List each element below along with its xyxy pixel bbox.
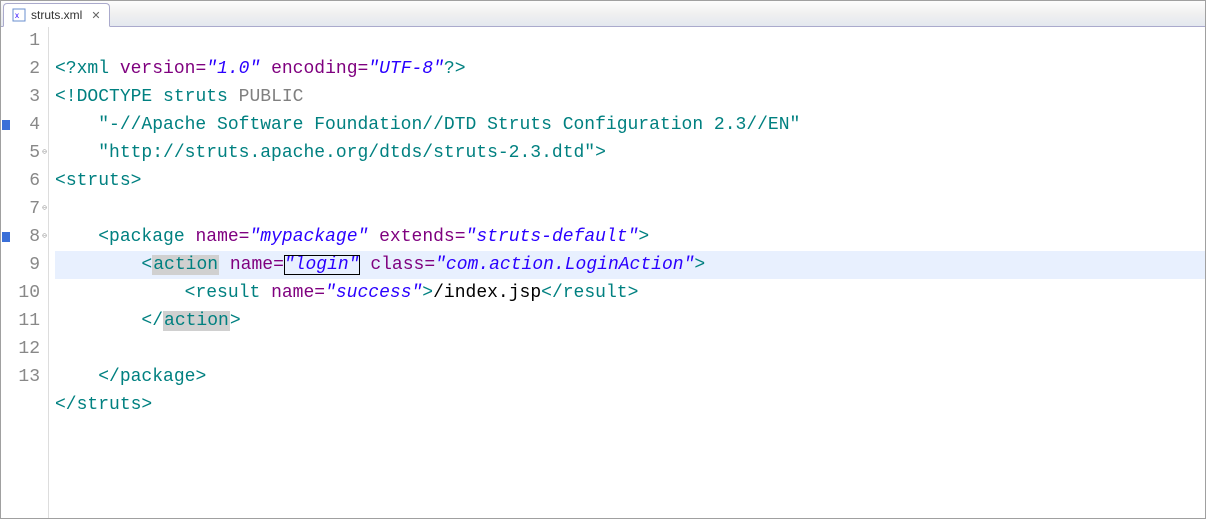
svg-text:x: x (15, 11, 19, 20)
code-line[interactable]: </struts> (55, 391, 1205, 419)
text-caret[interactable]: "login" (284, 255, 360, 275)
xml-file-icon: x (12, 8, 26, 22)
code-line[interactable]: <package name="mypackage" extends="strut… (55, 223, 1205, 251)
code-line[interactable]: "-//Apache Software Foundation//DTD Stru… (55, 111, 1205, 139)
code-line[interactable]: <?xml version="1.0" encoding="UTF-8"?> (55, 55, 1205, 83)
code-line[interactable]: <!DOCTYPE struts PUBLIC (55, 83, 1205, 111)
line-number: 2 (11, 55, 40, 83)
editor-container: x struts.xml ✕ 1 2 3 4 5⊖ (0, 0, 1206, 519)
code-content[interactable]: <?xml version="1.0" encoding="UTF-8"?><!… (49, 27, 1205, 518)
line-number: 13 (11, 363, 40, 391)
line-number: 9 (11, 251, 40, 279)
matched-tag-close: action (163, 311, 230, 331)
code-line[interactable] (55, 335, 1205, 363)
tab-struts-xml[interactable]: x struts.xml ✕ (3, 3, 110, 27)
line-number: 11 (11, 307, 40, 335)
fold-toggle-icon[interactable]: ⊖ (39, 205, 47, 213)
fold-toggle-icon[interactable]: ⊖ (39, 233, 47, 241)
code-line[interactable]: </action> (55, 307, 1205, 335)
code-line[interactable]: </package> (55, 363, 1205, 391)
line-number: 3 (11, 83, 40, 111)
line-number: 5⊖ (11, 139, 40, 167)
code-line[interactable]: <action name="login" class="com.action.L… (55, 251, 1205, 279)
line-number-gutter[interactable]: 1 2 3 4 5⊖ 6 7⊖ 8⊖ 9 10 11 12 13 (11, 27, 49, 518)
line-number: 10 (11, 279, 40, 307)
line-number: 1 (11, 27, 40, 55)
code-line[interactable]: <result name="success">/index.jsp</resul… (55, 279, 1205, 307)
line-number: 4 (11, 111, 40, 139)
line-number: 6 (11, 167, 40, 195)
bookmark-marker[interactable] (1, 111, 11, 139)
tab-label: struts.xml (31, 8, 82, 22)
gutter-markers (1, 27, 11, 518)
code-line[interactable] (55, 195, 1205, 223)
code-line[interactable]: <struts> (55, 167, 1205, 195)
fold-toggle-icon[interactable]: ⊖ (39, 149, 47, 157)
close-icon[interactable]: ✕ (91, 9, 100, 22)
bookmark-marker[interactable] (1, 223, 11, 251)
code-area[interactable]: 1 2 3 4 5⊖ 6 7⊖ 8⊖ 9 10 11 12 13 <?xml v… (1, 27, 1205, 518)
line-number: 8⊖ (11, 223, 40, 251)
matched-tag-open: action (152, 255, 219, 275)
line-number: 7⊖ (11, 195, 40, 223)
code-line[interactable]: "http://struts.apache.org/dtds/struts-2.… (55, 139, 1205, 167)
tab-bar: x struts.xml ✕ (1, 1, 1205, 27)
line-number: 12 (11, 335, 40, 363)
